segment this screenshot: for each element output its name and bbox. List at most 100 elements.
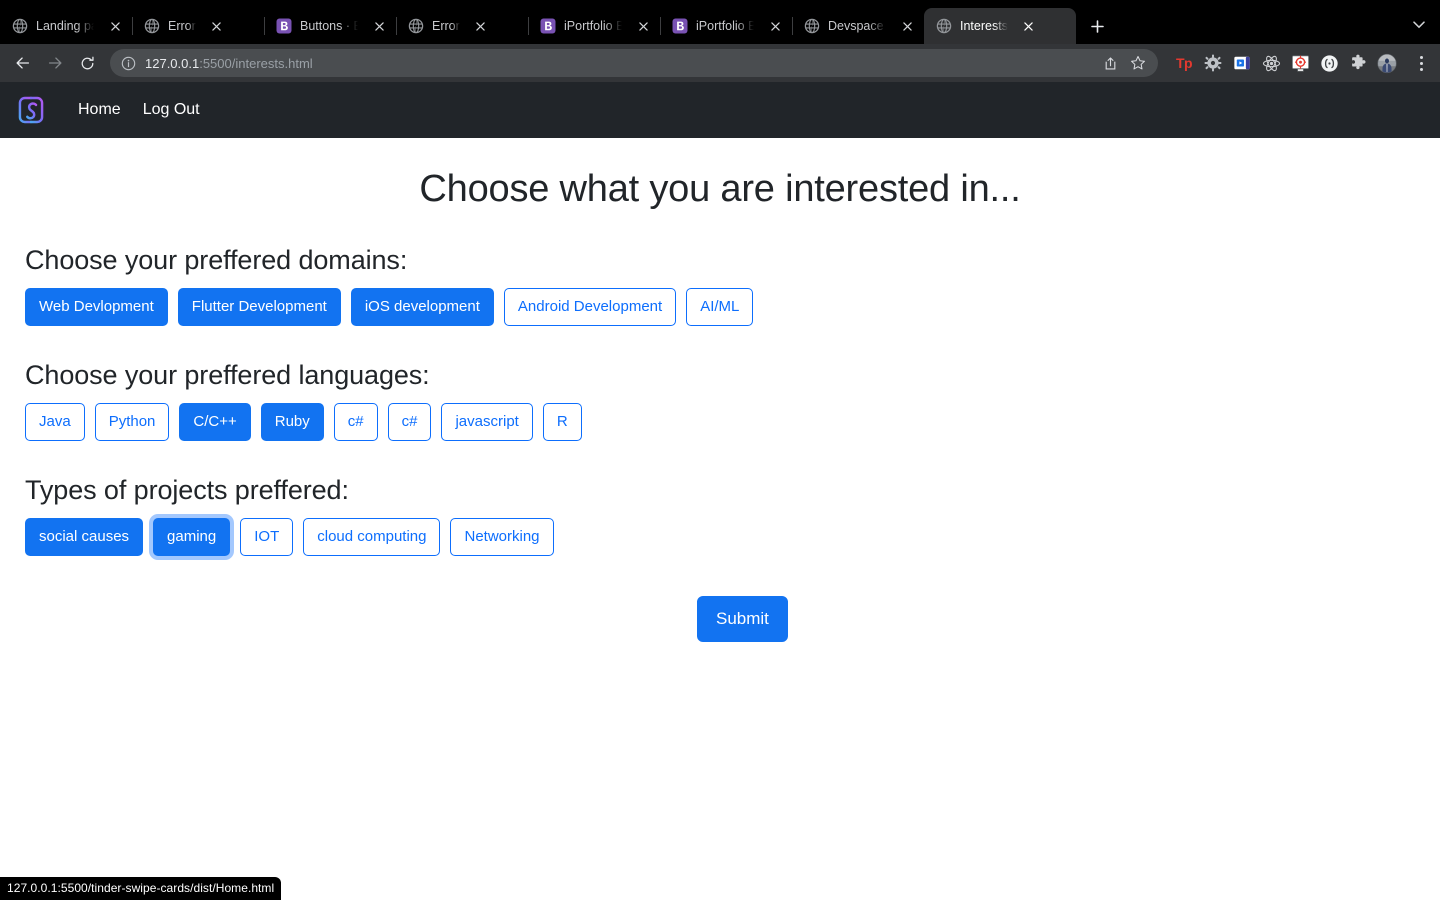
interest-section-project-types: Types of projects preffered: social cause…: [25, 475, 1440, 556]
tab-separator: [396, 17, 397, 35]
chevron-down-icon: [1413, 21, 1425, 29]
forward-button[interactable]: [40, 48, 70, 78]
option-button[interactable]: C/C++: [179, 403, 251, 441]
tab-close-button[interactable]: [634, 17, 652, 35]
option-button[interactable]: cloud computing: [303, 518, 441, 556]
gear-icon[interactable]: [1203, 53, 1223, 73]
browser-tab[interactable]: Interests: [924, 8, 1076, 44]
tab-close-button[interactable]: [1020, 17, 1038, 35]
close-icon: [110, 21, 120, 31]
browser-tab[interactable]: Devspace swipe cards: [792, 8, 924, 44]
option-button[interactable]: c#: [333, 403, 378, 441]
puzzle-piece-glyph: [1351, 54, 1366, 69]
submit-button[interactable]: Submit: [697, 596, 788, 642]
option-row-domains: Web Devlopment Flutter Development iOS dev…: [25, 288, 1440, 326]
browser-tab[interactable]: iPortfolio Bootstrap: [528, 8, 660, 44]
tab-separator: [924, 17, 925, 35]
share-button[interactable]: [1098, 51, 1122, 75]
bookmark-button[interactable]: [1126, 51, 1150, 75]
screen-capture-glyph: [1291, 55, 1309, 72]
browser-toolbar: 127.0.0.1:5500/interests.html Tp: [0, 44, 1440, 82]
option-button[interactable]: iOS development: [350, 288, 494, 326]
option-button[interactable]: IOT: [240, 518, 294, 556]
profile-avatar-icon[interactable]: [1377, 53, 1397, 73]
nav-link-logout[interactable]: Log Out: [143, 102, 200, 118]
option-button[interactable]: c#: [387, 403, 432, 441]
option-button[interactable]: gaming: [153, 518, 231, 556]
close-icon: [212, 21, 222, 31]
arrow-right-icon: [48, 57, 62, 69]
tab-title: Buttons · Bootstrap: [300, 19, 358, 33]
browser-tab[interactable]: iPortfolio Bootstrap: [660, 8, 792, 44]
tab-separator: [264, 17, 265, 35]
browser-tab[interactable]: Error: [132, 8, 264, 44]
toggl-track-icon[interactable]: Tp: [1174, 53, 1194, 73]
option-button[interactable]: Android Development: [503, 288, 677, 326]
back-button[interactable]: [8, 48, 38, 78]
option-button[interactable]: Ruby: [260, 403, 324, 441]
tab-strip: Landing page Error Buttons · Bootstrap Erro…: [0, 0, 1440, 44]
new-tab-button[interactable]: [1082, 11, 1112, 41]
close-icon: [638, 21, 648, 31]
tab-separator: [792, 17, 793, 35]
tab-close-button[interactable]: [370, 17, 388, 35]
react-devtools-icon[interactable]: [1261, 53, 1281, 73]
tab-title: Error: [432, 19, 460, 33]
tab-title: Devspace swipe cards: [828, 19, 886, 33]
tab-separator: [132, 17, 133, 35]
site-navbar: Home Log Out: [0, 82, 1440, 138]
option-button[interactable]: Flutter Development: [177, 288, 341, 326]
option-button[interactable]: Networking: [450, 518, 554, 556]
option-button[interactable]: R: [542, 403, 582, 441]
tab-close-button[interactable]: [766, 17, 784, 35]
star-icon: [1131, 56, 1145, 70]
option-button[interactable]: AI/ML: [686, 288, 754, 326]
interest-section-domains: Choose your preffered domains: Web Devlop…: [25, 245, 1440, 326]
browser-tab[interactable]: Error: [396, 8, 528, 44]
close-icon: [770, 21, 780, 31]
tab-search-button[interactable]: [1404, 10, 1434, 40]
address-bar-text: 127.0.0.1:5500/interests.html: [145, 56, 313, 71]
option-button[interactable]: Java: [25, 403, 85, 441]
globe-icon: [408, 18, 424, 34]
video-recorder-glyph: [1234, 56, 1250, 70]
nav-link-home[interactable]: Home: [78, 102, 121, 118]
profile-avatar-glyph: [1377, 53, 1397, 73]
tab-close-button[interactable]: [898, 17, 916, 35]
option-button[interactable]: javascript: [441, 403, 533, 441]
site-info-icon[interactable]: [121, 56, 136, 71]
code-braces-icon[interactable]: [1319, 53, 1339, 73]
globe-icon: [804, 18, 820, 34]
omnibox-actions: [1098, 51, 1150, 75]
bootstrap-icon: [276, 18, 292, 34]
screenshot-icon[interactable]: [1290, 53, 1310, 73]
browser-tab[interactable]: Buttons · Bootstrap: [264, 8, 396, 44]
section-heading-languages: Choose your preffered languages:: [25, 360, 430, 390]
tab-title: iPortfolio Bootstrap: [564, 19, 622, 33]
tab-close-button[interactable]: [106, 17, 124, 35]
status-bar-url: 127.0.0.1:5500/tinder-swipe-cards/dist/H…: [0, 877, 282, 900]
option-button[interactable]: social causes: [25, 518, 144, 556]
option-button[interactable]: Web Devlopment: [25, 288, 168, 326]
address-bar[interactable]: 127.0.0.1:5500/interests.html: [110, 49, 1158, 77]
globe-icon: [12, 18, 28, 34]
reload-icon: [81, 56, 94, 69]
close-icon: [1024, 21, 1034, 31]
tab-separator: [528, 17, 529, 35]
sections-container: Choose your preffered domains: Web Devlop…: [25, 245, 1440, 556]
globe-icon: [936, 18, 952, 34]
option-row-project-types: social causes gaming IOT cloud computing Net…: [25, 518, 1440, 556]
browser-tab[interactable]: Landing page: [0, 8, 132, 44]
tab-close-button[interactable]: [208, 17, 226, 35]
option-button[interactable]: Python: [94, 403, 170, 441]
video-recorder-icon[interactable]: [1232, 53, 1252, 73]
browser-menu-button[interactable]: [1410, 51, 1432, 75]
tab-close-button[interactable]: [472, 17, 490, 35]
devspace-logo-icon[interactable]: [14, 93, 48, 127]
reload-button[interactable]: [72, 48, 102, 78]
extensions-puzzle-icon[interactable]: [1348, 53, 1368, 73]
page-viewport: Home Log Out Choose what you are interes…: [0, 82, 1440, 900]
tab-strip-right-controls: [1404, 10, 1434, 40]
close-icon: [902, 21, 912, 31]
interests-form: Choose your preffered domains: Web Devlop…: [0, 245, 1440, 642]
